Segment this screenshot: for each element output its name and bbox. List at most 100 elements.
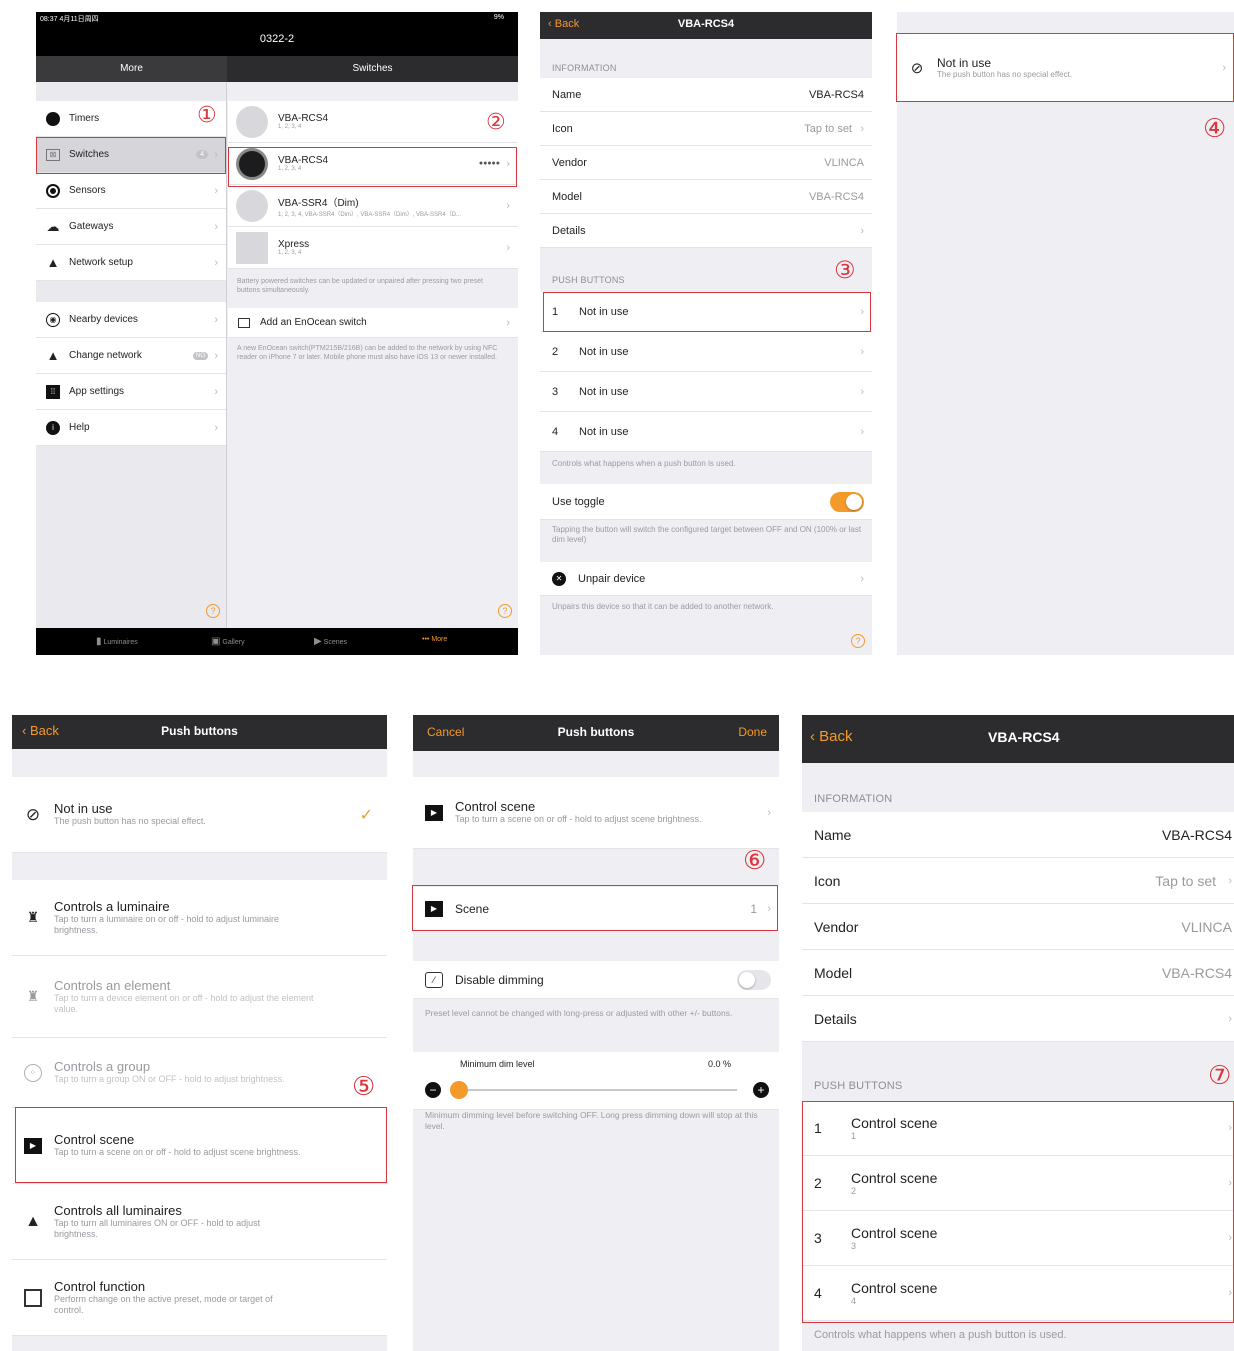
chevron-right-icon: › <box>506 241 510 254</box>
disable-dimming-label: Disable dimming <box>455 972 544 987</box>
chevron-right-icon: › <box>214 313 218 326</box>
tab-luminaires[interactable]: ▮ Luminaires <box>96 636 138 647</box>
push-button-row[interactable]: 3 Control scene 3 › <box>802 1211 1234 1266</box>
menu-item-gateways[interactable]: ☁ Gateways › <box>36 209 226 245</box>
gallery-icon: ▣ <box>211 636 221 647</box>
push-button-row[interactable]: 1 Not in use › <box>540 292 872 332</box>
option-controls-a-luminaire[interactable]: ♜ Controls a luminaire Tap to turn a lumi… <box>12 880 387 956</box>
switch-item[interactable]: VBA-RCS4 1, 2, 3, 4 ●●●●● › <box>228 143 518 185</box>
menu-item-app-settings[interactable]: ⁞⁞ App settings › <box>36 374 226 410</box>
menu-item-change-network[interactable]: ▲ Change network NO › <box>36 338 226 374</box>
push-button-note: Controls what happens when a push button… <box>814 1329 1067 1341</box>
info-value: Tap to set <box>804 122 852 135</box>
switch-buttons: 1, 2, 3, 4 <box>278 166 302 172</box>
option-control-function[interactable]: Control function Perform change on the ac… <box>12 1260 387 1336</box>
info-row-details[interactable]: Details › <box>802 996 1234 1042</box>
network-icon: ▲ <box>46 348 60 363</box>
min-dim-label: Minimum dim level <box>460 1059 535 1069</box>
option-not-in-use[interactable]: ⊘ Not in use The push button has no spec… <box>12 777 387 853</box>
button-action: Not in use <box>579 425 629 438</box>
info-row-name: Name VBA-RCS4 <box>540 78 872 112</box>
option-controls-an-element[interactable]: ♜ Controls an element Tap to turn a devic… <box>12 956 387 1038</box>
page-title: VBA-RCS4 <box>677 18 735 30</box>
option-description: Tap to turn a group ON or OFF - hold to … <box>54 1074 285 1085</box>
push-button-row[interactable]: 4 Control scene 4 › <box>802 1266 1234 1321</box>
option-description: Tap to turn a luminaire on or off - hold… <box>54 913 279 935</box>
info-label: Icon <box>814 872 841 889</box>
info-value: VBA-RCS4 <box>808 190 864 203</box>
help-icon[interactable]: ? <box>498 604 512 618</box>
info-value: VBA-RCS4 <box>1161 826 1232 843</box>
add-enocean-switch-button[interactable]: Add an EnOcean switch › <box>228 308 518 338</box>
push-button-row[interactable]: 4 Not in use › <box>540 412 872 452</box>
signal-dots: ●●●●● <box>478 160 500 167</box>
more-header: More <box>36 56 227 82</box>
plus-icon[interactable]: + <box>753 1082 769 1098</box>
minus-icon[interactable]: − <box>425 1082 441 1098</box>
nfc-note: A new EnOcean switch(PTM215B/216B) can b… <box>237 345 498 362</box>
switch-icon: ⊠ <box>46 148 60 161</box>
tab-scenes[interactable]: ▶ Scenes <box>314 636 347 647</box>
help-icon[interactable]: ? <box>851 634 865 648</box>
option-control-scene[interactable]: ▶ Control scene Tap to turn a scene on or… <box>12 1108 387 1184</box>
option-controls-all-luminaires[interactable]: ▲ Controls all luminaires Tap to turn all… <box>12 1184 387 1260</box>
option-title: Not in use <box>54 801 113 817</box>
tab-gallery[interactable]: ▣ Gallery <box>211 636 245 647</box>
use-toggle-switch[interactable] <box>830 492 864 512</box>
switch-item[interactable]: Xpress 1, 2, 3, 4 › <box>228 227 518 269</box>
chevron-right-icon: › <box>214 385 218 398</box>
info-label: Details <box>814 1010 857 1027</box>
switches-header: Switches <box>227 56 518 82</box>
info-value: Tap to set <box>1155 872 1216 889</box>
done-button[interactable]: Done <box>738 725 767 739</box>
not-in-use-icon: ⊘ <box>25 804 41 824</box>
minimum-dim-level-row: Minimum dim level 0.0 % − + <box>413 1052 779 1110</box>
step-marker-7: ⑦ <box>1208 1061 1232 1091</box>
selected-action-row[interactable]: ▶ Control scene Tap to turn a scene on or… <box>413 777 779 849</box>
option-controls-a-group[interactable]: ⁘ Controls a group Tap to turn a group ON… <box>12 1038 387 1108</box>
push-button-row[interactable]: 3 Not in use › <box>540 372 872 412</box>
checkmark-icon: ✓ <box>359 806 373 824</box>
disable-dimming-toggle[interactable] <box>737 970 771 990</box>
info-label: Details <box>552 224 586 237</box>
current-action-row[interactable]: ⊘ Not in use The push button has no spec… <box>897 34 1234 102</box>
chevron-right-icon: › <box>860 122 864 135</box>
info-row-icon[interactable]: Icon Tap to set › <box>802 858 1234 904</box>
back-button[interactable]: ‹ Back <box>810 728 853 745</box>
info-row-vendor: Vendor VLINCA <box>540 146 872 180</box>
chevron-right-icon: › <box>214 184 218 197</box>
toggle-note: Tapping the button will switch the confi… <box>552 525 862 545</box>
menu-item-label: App settings <box>69 386 125 397</box>
network-icon: ▲ <box>46 255 60 270</box>
scene-row[interactable]: ▶ Scene 1 › <box>413 887 779 931</box>
menu-item-network-setup[interactable]: ▲ Network setup › <box>36 245 226 281</box>
menu-item-nearby-devices[interactable]: ◉ Nearby devices › <box>36 302 226 338</box>
chevron-right-icon: › <box>506 316 510 329</box>
tab-label: Gallery <box>222 639 245 646</box>
push-button-row[interactable]: 2 Control scene 2 › <box>802 1156 1234 1211</box>
help-icon[interactable]: ? <box>206 604 220 618</box>
option-title: Controls a luminaire <box>54 898 170 914</box>
menu-item-switches[interactable]: ⊠ Switches 4 › <box>36 137 226 173</box>
switch-item[interactable]: VBA-SSR4（Dim) 1, 2, 3, 4, VBA-SSR4（Dim）,… <box>228 185 518 227</box>
info-label: Vendor <box>814 918 859 935</box>
switch-item[interactable]: VBA-RCS4 1, 2, 3, 4 <box>228 101 518 143</box>
menu-item-help[interactable]: i Help › <box>36 410 226 446</box>
option-title: Controls all luminaires <box>54 1202 182 1218</box>
step-marker-2: ② <box>486 110 506 135</box>
info-row-icon[interactable]: Icon Tap to set › <box>540 112 872 146</box>
info-row-model: Model VBA-RCS4 <box>540 180 872 214</box>
menu-item-label: Timers <box>69 113 100 124</box>
disable-dimming-note: Preset level cannot be changed with long… <box>425 1008 733 1018</box>
group-icon: ⁘ <box>24 1063 42 1082</box>
tab-more[interactable]: ••• More <box>422 636 447 643</box>
scene-value: 1 <box>750 901 757 916</box>
menu-item-sensors[interactable]: Sensors › <box>36 173 226 209</box>
unpair-device-button[interactable]: ✕ Unpair device › <box>540 562 872 596</box>
status-time: 08:37 4月11日周四 <box>40 16 99 23</box>
push-button-row[interactable]: 1 Control scene 1 › <box>802 1101 1234 1156</box>
push-button-row[interactable]: 2 Not in use › <box>540 332 872 372</box>
info-row-details[interactable]: Details › <box>540 214 872 248</box>
tab-label: Scenes <box>323 639 348 646</box>
slider-thumb[interactable] <box>450 1081 468 1099</box>
